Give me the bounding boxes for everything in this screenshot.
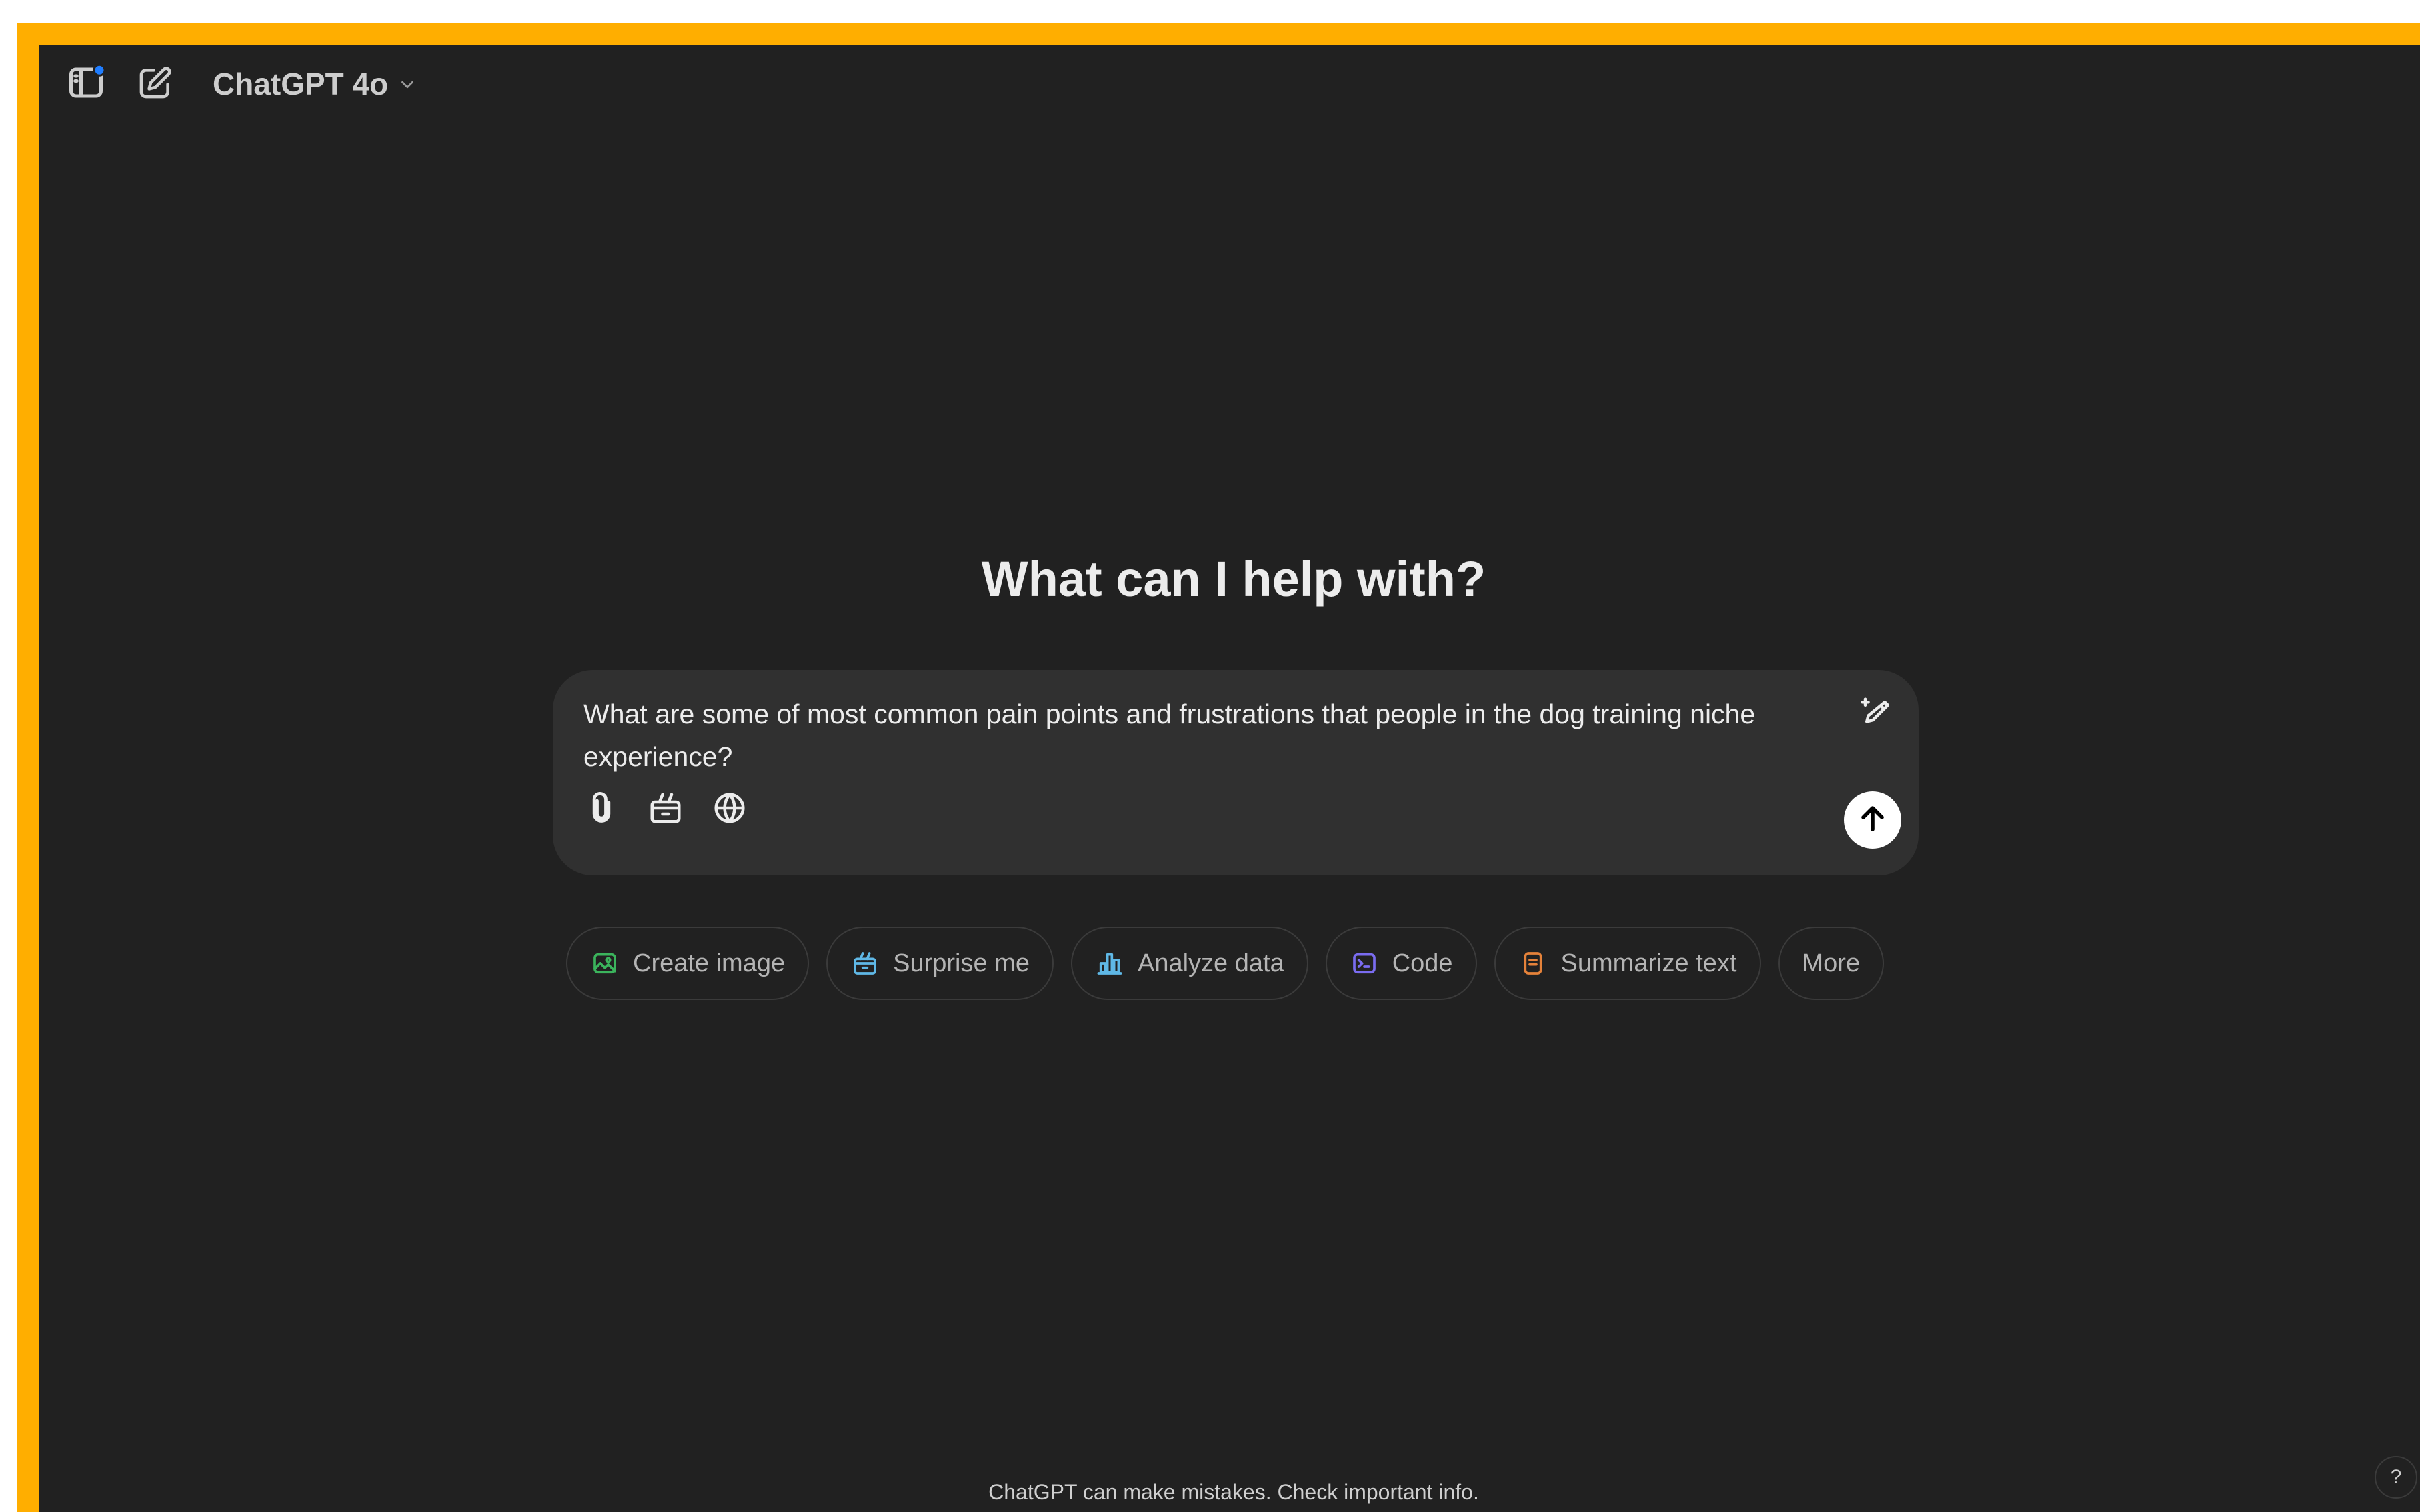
message-input-line-1: What are some of most common pain points… <box>583 699 1756 729</box>
model-name: ChatGPT 4o <box>213 67 389 101</box>
attach-button[interactable] <box>577 785 626 834</box>
screenshot-frame: ChatGPT 4o What can I help with? What ar… <box>0 0 2420 1512</box>
sidebar-toggle-icon <box>66 63 106 106</box>
chip-label: Surprise me <box>893 949 1030 977</box>
message-input-line-2: experience? <box>583 741 733 772</box>
highlight-border-left <box>17 23 39 1512</box>
magic-edit-button[interactable] <box>1856 693 1899 735</box>
chat-app: ChatGPT 4o What can I help with? What ar… <box>39 45 2420 1512</box>
send-button[interactable] <box>1844 791 1901 849</box>
chip-code[interactable]: Code <box>1325 927 1477 1000</box>
chip-label: More <box>1802 949 1861 977</box>
help-button[interactable]: ? <box>2375 1456 2417 1499</box>
tools-icon <box>648 790 684 829</box>
gift-icon <box>850 949 880 978</box>
chip-label: Analyze data <box>1137 949 1284 977</box>
top-bar: ChatGPT 4o <box>39 45 2420 125</box>
sidebar-toggle-button[interactable] <box>59 57 113 111</box>
terminal-icon <box>1350 949 1379 978</box>
suggestion-chips: Create image Surprise me Analyze data Co… <box>566 927 1885 1000</box>
chevron-down-icon <box>397 66 417 102</box>
search-web-button[interactable] <box>705 785 754 834</box>
chip-label: Summarize text <box>1560 949 1737 977</box>
attach-icon <box>584 791 619 829</box>
image-icon <box>590 949 620 978</box>
chip-create-image[interactable]: Create image <box>566 927 810 1000</box>
chip-label: Create image <box>633 949 786 977</box>
bar-chart-icon <box>1095 949 1124 978</box>
message-input[interactable]: What are some of most common pain points… <box>583 693 1824 778</box>
tools-button[interactable] <box>641 785 690 834</box>
model-selector[interactable]: ChatGPT 4o <box>203 60 427 108</box>
composer-tools <box>577 785 754 834</box>
new-chat-button[interactable] <box>129 57 182 111</box>
chip-analyze-data[interactable]: Analyze data <box>1070 927 1308 1000</box>
new-chat-icon <box>137 64 174 105</box>
help-label: ? <box>2390 1466 2402 1488</box>
composer: What are some of most common pain points… <box>553 670 1919 875</box>
arrow-up-icon <box>1857 803 1889 838</box>
highlight-border-top <box>17 23 2420 45</box>
chip-more[interactable]: More <box>1778 927 1885 1000</box>
magic-pencil-icon <box>1859 695 1895 734</box>
disclaimer-text: ChatGPT can make mistakes. Check importa… <box>988 1480 1479 1504</box>
page-title: What can I help with? <box>981 551 1486 607</box>
chip-label: Code <box>1392 949 1453 977</box>
chip-surprise-me[interactable]: Surprise me <box>826 927 1054 1000</box>
globe-icon <box>712 790 748 829</box>
chip-summarize-text[interactable]: Summarize text <box>1494 927 1761 1000</box>
document-icon <box>1518 949 1548 978</box>
